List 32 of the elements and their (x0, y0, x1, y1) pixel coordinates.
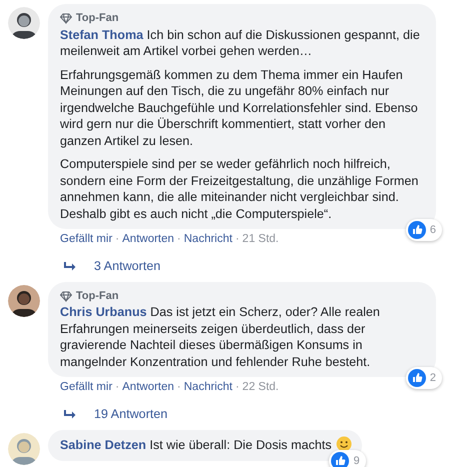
reply-arrow-icon (64, 262, 76, 271)
action-link[interactable]: Nachricht (184, 379, 232, 397)
thumbs-up-icon (331, 452, 350, 467)
replies-link[interactable]: 19 Antworten (48, 405, 436, 424)
separator: · (177, 380, 181, 396)
separator: · (115, 232, 120, 247)
comment-text: Computerspiele sind per se weder gefährlich noch hilfreich, sondern eine Form der Freizeitgestaltung, die unzählige Formen annehmen kann, die alle miteinander nicht vergleichbar sind. Deshalb gibt es auch nicht „die Computerspiele“. (60, 156, 420, 222)
separator: · (115, 380, 120, 396)
author-link[interactable]: Chris Urbanus (60, 305, 147, 320)
action-link[interactable]: Gefällt mir (60, 379, 112, 397)
replies-link[interactable]: 3 Antworten (48, 257, 436, 276)
thumbs-up-icon (408, 221, 426, 239)
author-link[interactable]: Stefan Thoma (60, 28, 144, 42)
comment-text: Stefan Thoma Ich bin schon auf die Diskussionen gespannt, die meilenweit am Artikel vorbei gehen werden… (60, 26, 421, 60)
badge-label: Top-Fan (76, 288, 119, 304)
action-link[interactable]: Nachricht (184, 230, 232, 248)
timestamp: 21 Std. (242, 232, 279, 247)
action-link[interactable]: Antworten (122, 230, 174, 248)
badge-label: Top-Fan (76, 11, 119, 26)
reply-arrow-icon (64, 410, 76, 420)
thumbs-up-icon (408, 369, 426, 388)
separator: · (177, 232, 181, 247)
timestamp: 22 Std. (242, 380, 279, 396)
action-link[interactable]: Gefällt mir (60, 230, 112, 248)
action-link[interactable]: Antworten (122, 379, 174, 397)
diamond-icon (60, 290, 72, 302)
comment-text: Erfahrungsgemäß kommen zu dem Thema immer ein Haufen Meinungen auf den Tisch, die zu ungefähr 80% einfach nur irgendwelche Bauchgefühle und Korrelationsfehler sind. Ebenso wird gern nur die Überschrift kommentiert, statt vorher den ganzen Artikel zu lesen. (60, 66, 419, 149)
comment-text: Chris Urbanus Das ist jetzt ein Scherz, oder? Alle realen Erfahrungen meinerseits zeigen überdeutlich, dass der gravierende Nachteil dieses übermäßigen Konsums in mangelnder Konzentration und fehlender Ruhe besteht. (60, 304, 381, 370)
diamond-icon (60, 12, 72, 24)
separator: · (235, 380, 240, 396)
separator: · (235, 232, 240, 247)
author-link[interactable]: Sabine Detzen (60, 438, 146, 452)
